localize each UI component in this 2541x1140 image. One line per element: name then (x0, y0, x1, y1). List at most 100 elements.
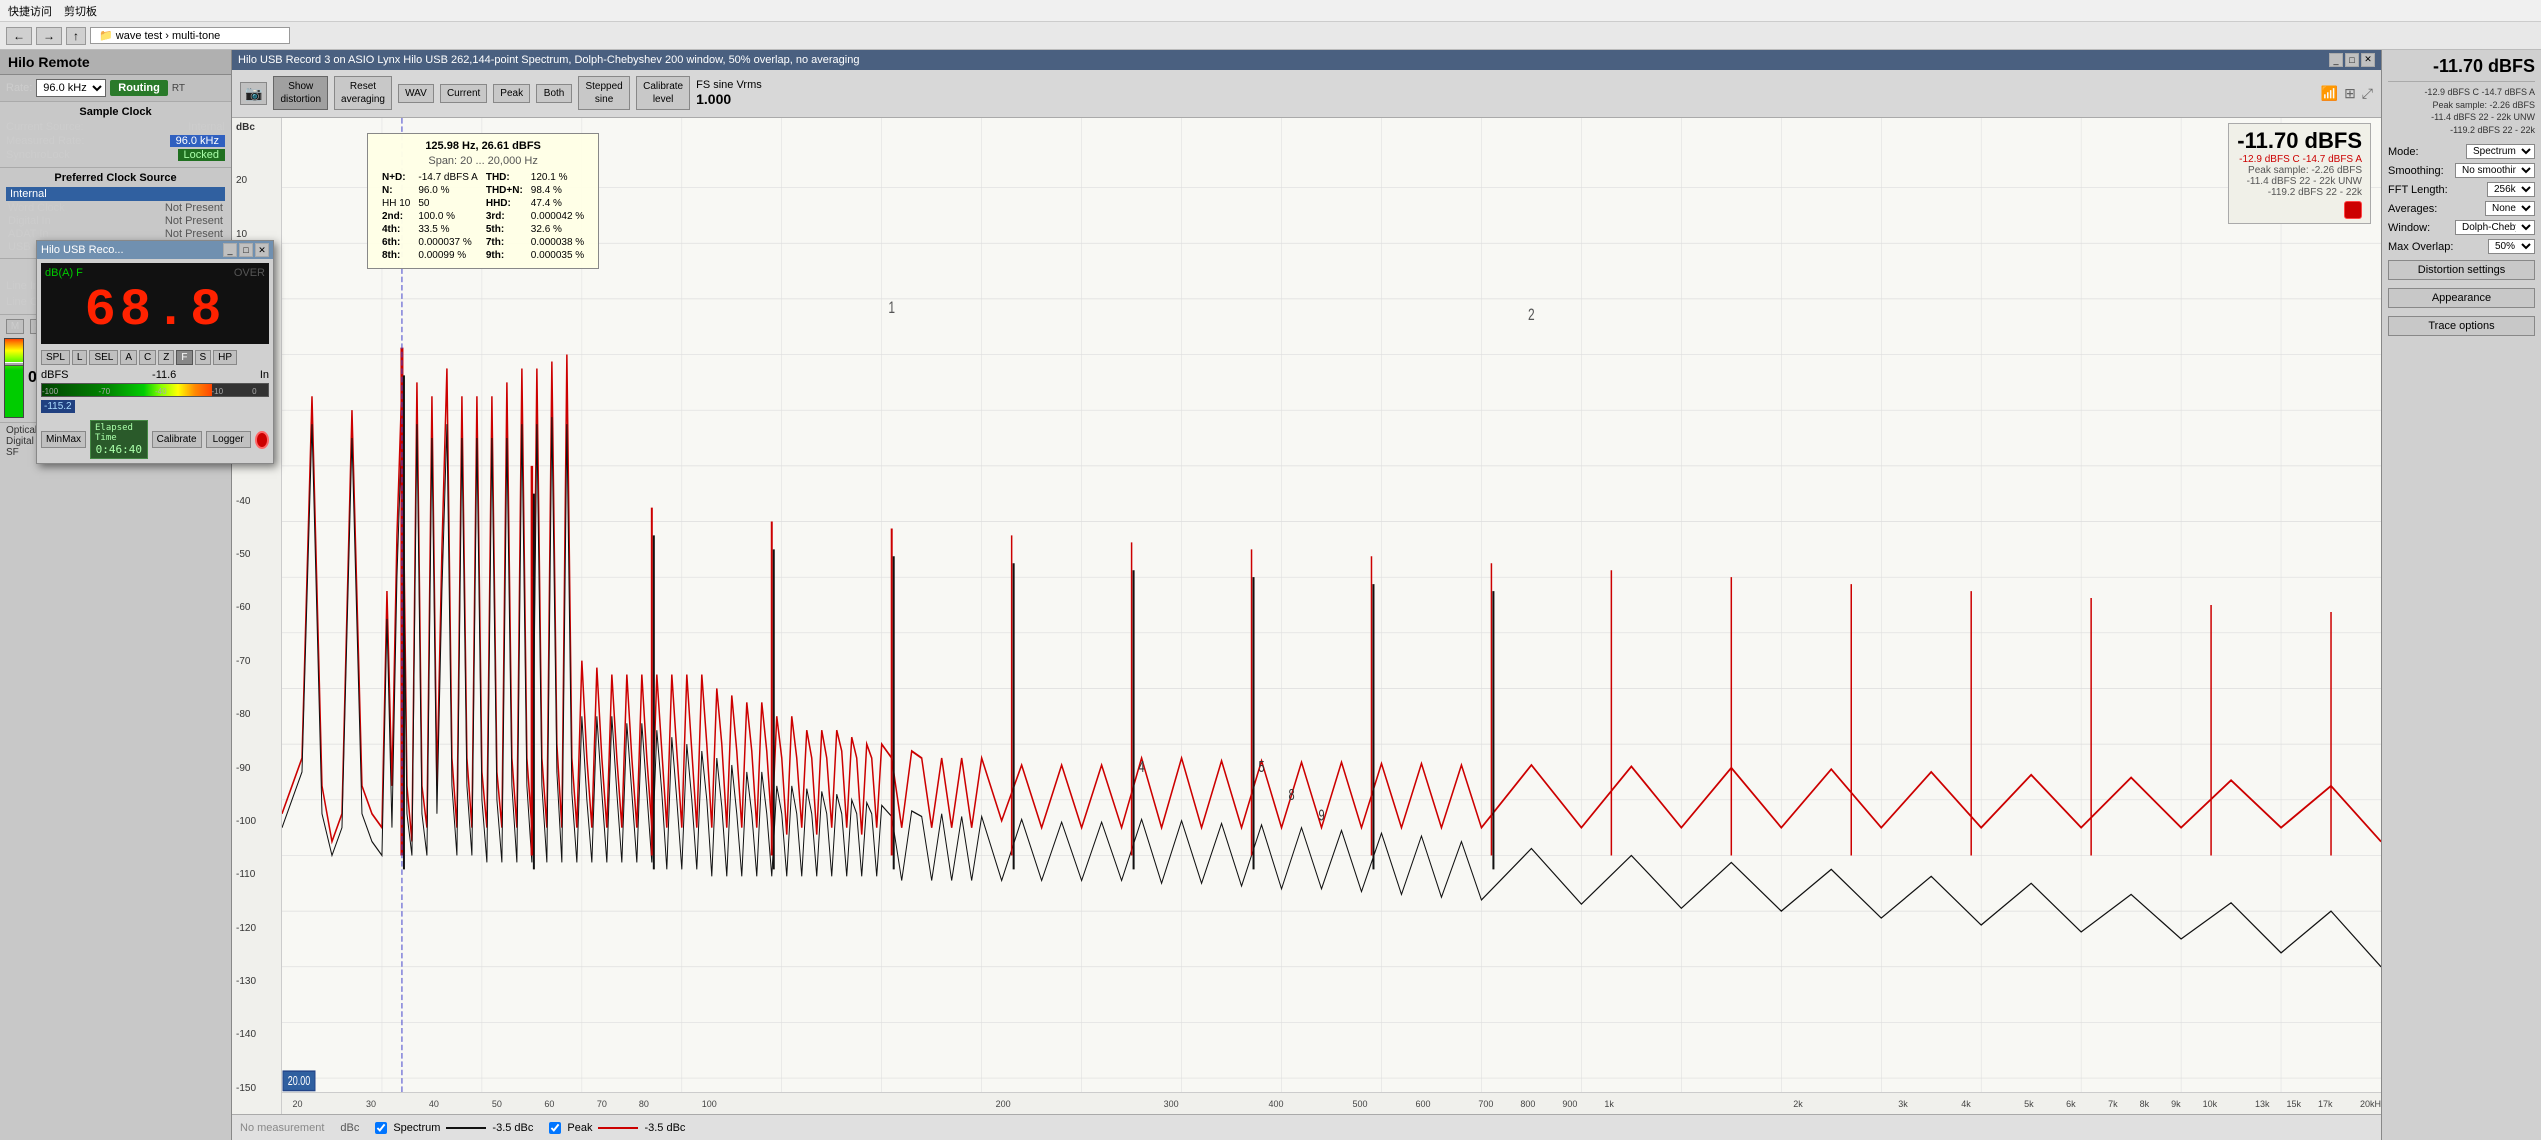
x-label-700: 700 (1478, 1099, 1493, 1109)
spectrum-titlebar: Hilo USB Record 3 on ASIO Lynx Hilo USB … (232, 50, 2381, 70)
a-btn[interactable]: A (120, 350, 137, 365)
x-label-20khz: 20kHz (2360, 1099, 2381, 1109)
measured-rate-label: Measured Rate: (6, 135, 84, 147)
folder-icon: 📁 (99, 30, 113, 42)
spectrum-legend: Spectrum -3.5 dBc (375, 1122, 533, 1134)
x-label-3k: 3k (1898, 1099, 1908, 1109)
expand-icon[interactable]: ⤢ (2362, 85, 2373, 102)
y-label-n70: -70 (236, 656, 277, 667)
right-line1: -12.9 dBFS C -14.7 dBFS A (2388, 86, 2535, 99)
y-label-n80: -80 (236, 709, 277, 720)
path-breadcrumb: wave test › multi-tone (116, 30, 221, 42)
y-label-n130: -130 (236, 976, 277, 987)
fs-sine-value: 1.000 (696, 91, 762, 107)
x-label-900: 900 (1562, 1099, 1577, 1109)
calibrate-level-btn[interactable]: Calibrate level (636, 76, 690, 110)
minmax-btn[interactable]: MinMax (41, 431, 86, 448)
peak-legend-label: Peak (567, 1122, 592, 1134)
spectrum-restore-btn[interactable]: □ (2345, 53, 2359, 67)
mode-select[interactable]: Spectrum (2466, 144, 2535, 159)
spectrum-checkbox[interactable] (375, 1122, 387, 1134)
screenshot-btn[interactable]: 📷 (240, 82, 267, 105)
red-indicator-btn[interactable] (2344, 201, 2362, 219)
forward-btn[interactable]: → (36, 27, 62, 45)
reset-averaging-btn[interactable]: Reset averaging (334, 76, 392, 110)
trace-options-btn[interactable]: Trace options (2388, 316, 2535, 336)
rec-btn[interactable] (255, 431, 269, 449)
distortion-settings-btn[interactable]: Distortion settings (2388, 260, 2535, 280)
up-btn[interactable]: ↑ (66, 27, 86, 45)
current-btn[interactable]: Current (440, 84, 487, 103)
back-btn[interactable]: ← (6, 27, 32, 45)
spectrum-db-value: -3.5 dBc (492, 1122, 533, 1134)
fft-length-label: FFT Length: (2388, 184, 2448, 196)
x-label-7k: 7k (2108, 1099, 2118, 1109)
s-btn[interactable]: S (195, 350, 212, 365)
appearance-btn[interactable]: Appearance (2388, 288, 2535, 308)
logger-btn[interactable]: Logger (206, 431, 251, 448)
menu-kuaijie[interactable]: 快捷访问 (8, 3, 52, 19)
clock-internal[interactable]: Internal (6, 187, 225, 201)
x-label-1k: 1k (1604, 1099, 1614, 1109)
x-label-400: 400 (1269, 1099, 1284, 1109)
y-label-20: 20 (236, 175, 277, 186)
x-label-10k: 10k (2203, 1099, 2218, 1109)
calibrate-float-btn[interactable]: Calibrate (152, 431, 202, 448)
clock-digitalin-label: Digital In (8, 215, 51, 227)
x-label-600: 600 (1415, 1099, 1430, 1109)
right-line3: -11.4 dBFS 22 - 22k UNW (2388, 111, 2535, 124)
rate-select[interactable]: 96.0 kHz (36, 79, 106, 97)
smoothing-select[interactable]: No smoothing (2455, 163, 2535, 178)
fader-m-btn[interactable]: M (6, 319, 24, 334)
hp-btn[interactable]: HP (213, 350, 237, 365)
x-label-50: 50 (492, 1099, 502, 1109)
mode-label: Mode: (2388, 146, 2419, 158)
x-label-15k: 15k (2287, 1099, 2302, 1109)
float-titlebar[interactable]: Hilo USB Reco... _ □ ✕ (37, 241, 273, 259)
z-btn[interactable]: Z (158, 350, 174, 365)
meter-digits: 68.8 (45, 281, 265, 340)
spectrum-close-btn[interactable]: ✕ (2361, 53, 2375, 67)
x-label-20: 20 (292, 1099, 302, 1109)
spectrum-title: Hilo USB Record 3 on ASIO Lynx Hilo USB … (238, 54, 2329, 66)
current-source-value: Internal (188, 121, 225, 133)
x-label-5k: 5k (2024, 1099, 2034, 1109)
fft-length-select[interactable]: 256k (2487, 182, 2535, 197)
layout-icon[interactable]: ⊞ (2344, 85, 2356, 102)
c-btn[interactable]: C (139, 350, 156, 365)
svg-text:20.00: 20.00 (288, 1075, 310, 1089)
sel-btn[interactable]: SEL (89, 350, 118, 365)
window-label: Window: (2388, 222, 2430, 234)
both-btn[interactable]: Both (536, 84, 572, 103)
float-close-btn[interactable]: ✕ (255, 243, 269, 257)
fader-left[interactable] (4, 338, 24, 418)
x-label-80: 80 (639, 1099, 649, 1109)
averages-select[interactable]: None (2485, 201, 2535, 216)
x-label-13k: 13k (2255, 1099, 2270, 1109)
x-label-40: 40 (429, 1099, 439, 1109)
menu-jiantieban[interactable]: 剪切板 (64, 3, 97, 19)
info-popup-span: Span: 20 ... 20,000 Hz (378, 155, 588, 167)
l-btn[interactable]: L (72, 350, 88, 365)
float-minimize-btn[interactable]: _ (223, 243, 237, 257)
wav-btn[interactable]: WAV (398, 84, 434, 103)
dbbc-label: dBc (340, 1122, 359, 1134)
window-select[interactable]: Dolph-Chebyshev 200 (2455, 220, 2535, 235)
routing-btn[interactable]: Routing (110, 80, 168, 96)
stepped-sine-btn[interactable]: Stepped sine (578, 76, 630, 110)
peak-checkbox[interactable] (549, 1122, 561, 1134)
x-label-200: 200 (996, 1099, 1011, 1109)
current-source-label: Current Source: (6, 121, 84, 133)
f-btn[interactable]: F (176, 350, 192, 365)
float-restore-btn[interactable]: □ (239, 243, 253, 257)
x-label-2k: 2k (1793, 1099, 1803, 1109)
peak-btn[interactable]: Peak (493, 84, 530, 103)
show-distortion-btn[interactable]: Show distortion (273, 76, 328, 110)
max-overlap-select[interactable]: 50% (2488, 239, 2535, 254)
rt-label: RT (172, 83, 185, 94)
clock-wordclock-status: Not Present (165, 202, 223, 214)
svg-text:2: 2 (1528, 306, 1535, 324)
svg-text:8: 8 (1288, 786, 1294, 803)
spectrum-minimize-btn[interactable]: _ (2329, 53, 2343, 67)
spl-btn[interactable]: SPL (41, 350, 70, 365)
